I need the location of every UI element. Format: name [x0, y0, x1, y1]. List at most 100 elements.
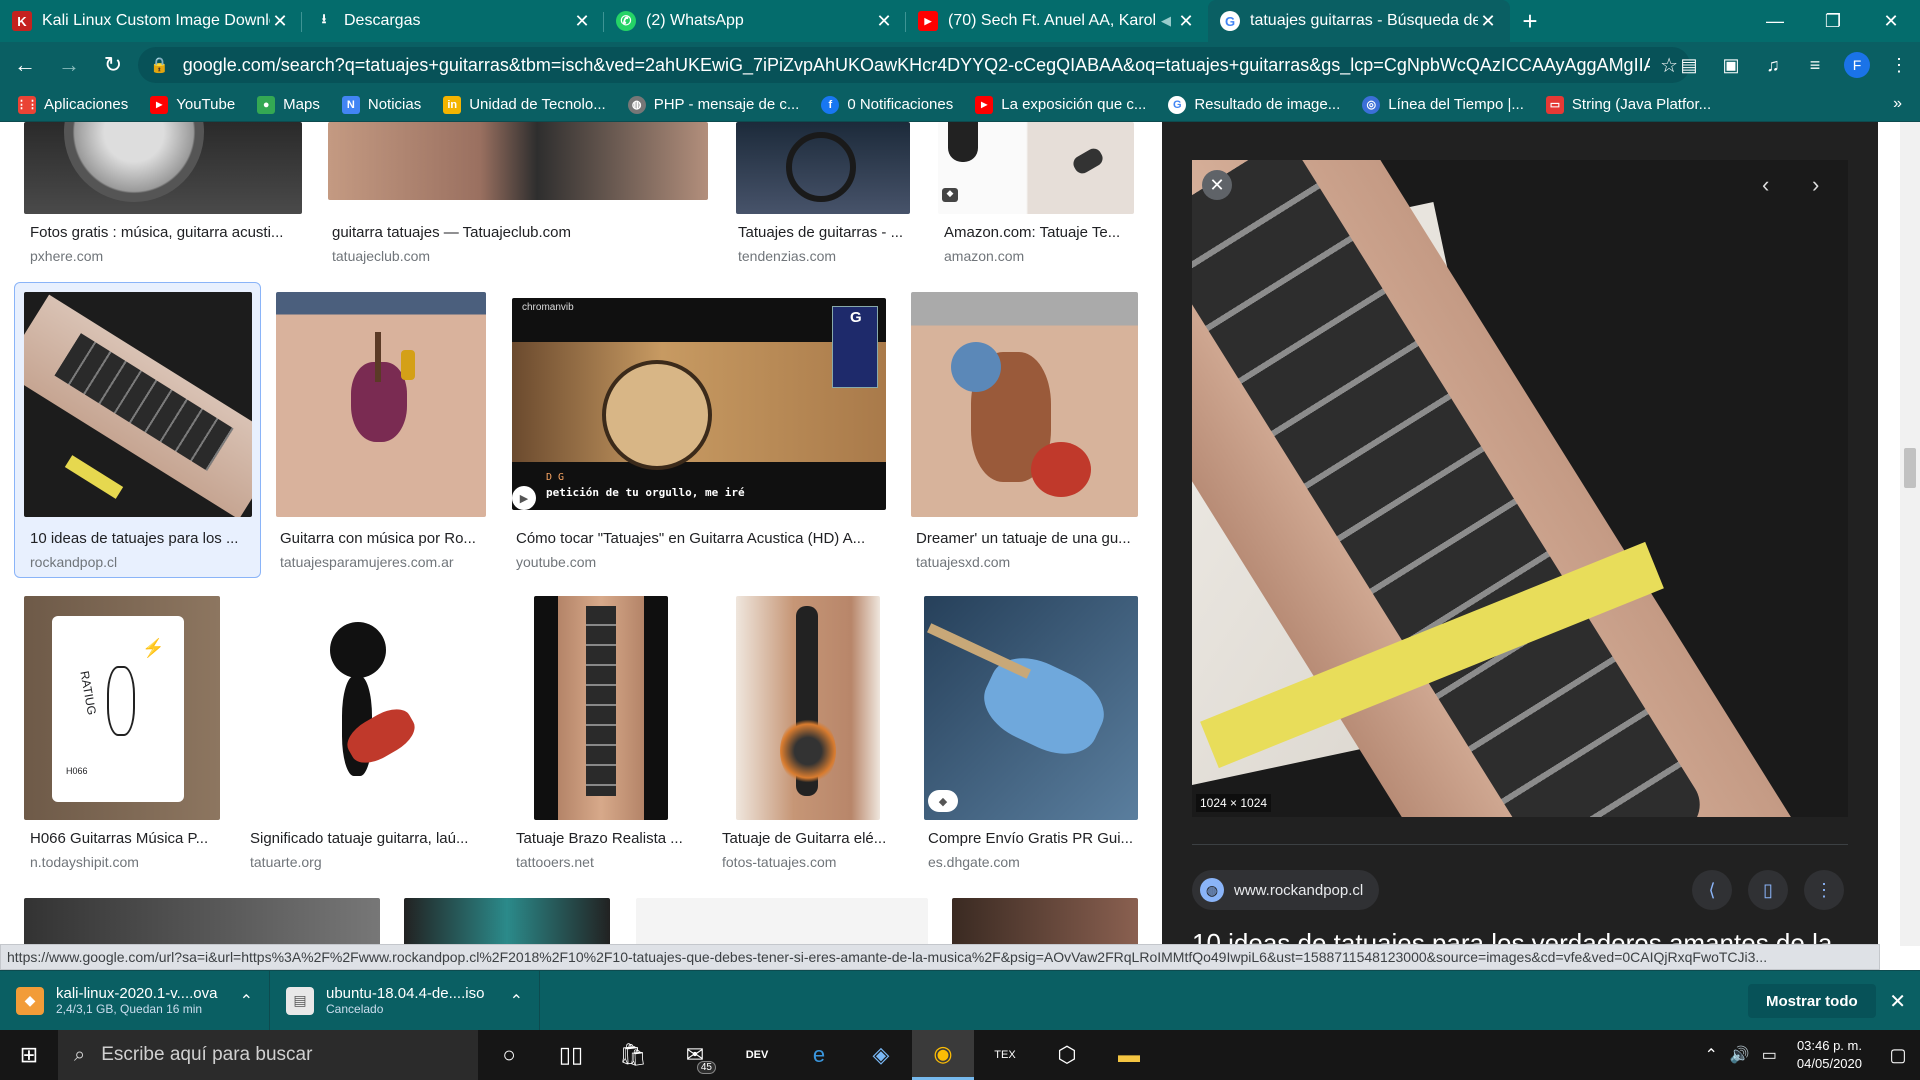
bookmark-apps[interactable]: ⋮⋮ Aplicaciones — [16, 95, 128, 114]
next-image-button[interactable]: › — [1812, 172, 1819, 198]
bookmark-string-java[interactable]: ▭ String (Java Platfor... — [1545, 95, 1711, 114]
close-downloads-bar-icon[interactable]: ✕ — [1889, 989, 1906, 1014]
result-image[interactable] — [911, 292, 1138, 517]
download-item[interactable]: ◆ kali-linux-2020.1-v....ova 2,4/3,1 GB,… — [0, 970, 270, 1031]
more-options-button[interactable]: ⋮ — [1804, 870, 1844, 910]
result-image[interactable]: RATIUG H066 ⚡ — [24, 596, 220, 820]
bookmark-php[interactable]: ◍ PHP - mensaje de c... — [627, 95, 799, 114]
more-bookmarks-icon[interactable]: » — [1893, 95, 1902, 113]
result-caption[interactable]: guitarra tatuajes — Tatuajeclub.com — [332, 224, 702, 241]
download-item[interactable]: ▤ ubuntu-18.04.4-de....iso Cancelado ⌃ — [270, 970, 540, 1031]
taskbar-search[interactable]: ⌕ Escribe aquí para buscar — [58, 1030, 478, 1080]
bookmark-noticias[interactable]: N Noticias — [341, 95, 421, 114]
tab-youtube[interactable]: ▶ (70) Sech Ft. Anuel AA, Karol ◀ ✕ — [906, 0, 1208, 42]
result-source[interactable]: tattooers.net — [516, 854, 594, 870]
result-image[interactable] — [534, 596, 668, 820]
result-caption[interactable]: Tatuajes de guitarras - ... — [738, 224, 908, 241]
result-video-thumbnail[interactable]: G chromanvib D G petición de tu orgullo,… — [512, 298, 886, 510]
store-icon[interactable]: 🛍 — [602, 1030, 664, 1080]
address-url[interactable]: google.com/search?q=tatuajes+guitarras&t… — [183, 55, 1650, 76]
reload-button[interactable]: ↻ — [94, 46, 132, 84]
result-image[interactable] — [404, 898, 610, 946]
bookmark-unidad[interactable]: in Unidad de Tecnolo... — [443, 95, 606, 114]
result-image[interactable]: ◆ — [938, 122, 1134, 214]
close-tab-icon[interactable]: ✕ — [1176, 11, 1196, 32]
windows-start-icon[interactable]: ⊞ — [0, 1030, 58, 1080]
previous-image-button[interactable]: ‹ — [1762, 172, 1769, 198]
edge-icon[interactable]: e — [788, 1030, 850, 1080]
extension-icon[interactable]: ▣ — [1714, 48, 1748, 82]
result-caption[interactable]: Tatuaje Brazo Realista ... — [516, 830, 690, 847]
chevron-up-icon[interactable]: ⌃ — [1704, 1045, 1717, 1065]
result-source[interactable]: rockandpop.cl — [30, 554, 117, 570]
result-caption[interactable]: Amazon.com: Tatuaje Te... — [944, 224, 1130, 241]
tab-kali[interactable]: K Kali Linux Custom Image Downlo ✕ — [0, 0, 302, 42]
chrome-icon[interactable]: ◉ — [912, 1030, 974, 1080]
result-caption[interactable]: Fotos gratis : música, guitarra acusti..… — [30, 224, 298, 241]
result-caption[interactable]: Dreamer' un tatuaje de una gu... — [916, 530, 1138, 547]
result-source[interactable]: youtube.com — [516, 554, 596, 570]
result-image[interactable]: ◆ — [924, 596, 1138, 820]
result-source[interactable]: tatuajeclub.com — [332, 248, 430, 264]
result-image[interactable] — [636, 898, 928, 946]
result-source[interactable]: amazon.com — [944, 248, 1024, 264]
new-tab-button[interactable]: + — [1510, 0, 1550, 42]
result-source[interactable]: n.todayshipit.com — [30, 854, 139, 870]
virtualbox-icon[interactable]: ◈ — [850, 1030, 912, 1080]
bookmark-facebook[interactable]: f 0 Notificaciones — [821, 95, 953, 114]
result-image[interactable] — [952, 898, 1138, 946]
bookmark-resultado[interactable]: G Resultado de image... — [1168, 95, 1340, 114]
file-explorer-icon[interactable]: ▬ — [1098, 1030, 1160, 1080]
visit-site-link[interactable]: ◍ www.rockandpop.cl — [1192, 870, 1380, 910]
mail-icon[interactable]: ✉ 45 — [664, 1030, 726, 1080]
bookmark-linea-tiempo[interactable]: ◎ Línea del Tiempo |... — [1362, 95, 1524, 114]
forward-button[interactable]: → — [50, 46, 88, 84]
result-image-selected[interactable] — [24, 292, 252, 517]
scrollbar[interactable] — [1900, 122, 1920, 946]
profile-avatar[interactable]: F — [1840, 48, 1874, 82]
result-image[interactable] — [24, 122, 302, 214]
result-source[interactable]: tatuajesxd.com — [916, 554, 1010, 570]
volume-icon[interactable]: 🔊 — [1730, 1045, 1750, 1065]
result-source[interactable]: tendenzias.com — [738, 248, 836, 264]
devcpp-icon[interactable]: DEV — [726, 1030, 788, 1080]
close-tab-icon[interactable]: ✕ — [1478, 11, 1498, 32]
tex-icon[interactable]: TEX — [974, 1030, 1036, 1080]
result-image[interactable] — [736, 596, 880, 820]
bookmark-exposicion[interactable]: ▶ La exposición que c... — [975, 95, 1146, 114]
menu-icon[interactable]: ⋮ — [1882, 48, 1916, 82]
result-image[interactable] — [736, 122, 910, 214]
reader-icon[interactable]: ▤ — [1672, 48, 1706, 82]
result-source[interactable]: fotos-tatuajes.com — [722, 854, 836, 870]
chevron-up-icon[interactable]: ⌃ — [510, 991, 523, 1011]
play-icon[interactable]: ▶ — [512, 486, 536, 510]
close-window-button[interactable]: ✕ — [1862, 0, 1920, 42]
task-view-icon[interactable]: ▯▯ — [540, 1030, 602, 1080]
result-caption[interactable]: Compre Envío Gratis PR Gui... — [928, 830, 1138, 847]
media-control-icon[interactable]: ♫ — [1756, 48, 1790, 82]
result-source[interactable]: es.dhgate.com — [928, 854, 1020, 870]
result-source[interactable]: pxhere.com — [30, 248, 103, 264]
result-caption[interactable]: Tatuaje de Guitarra elé... — [722, 830, 892, 847]
minimize-button[interactable]: — — [1746, 0, 1804, 42]
result-caption[interactable]: H066 Guitarras Música P... — [30, 830, 220, 847]
result-image[interactable] — [328, 122, 708, 200]
save-bookmark-button[interactable]: ▯ — [1748, 870, 1788, 910]
close-tab-icon[interactable]: ✕ — [874, 11, 894, 32]
mute-icon[interactable]: ◀ — [1156, 13, 1176, 29]
close-tab-icon[interactable]: ✕ — [572, 11, 592, 32]
result-caption[interactable]: Guitarra con música por Ro... — [280, 530, 484, 547]
address-bar[interactable]: 🔒 google.com/search?q=tatuajes+guitarras… — [138, 47, 1690, 83]
playlist-icon[interactable]: ≡ — [1798, 48, 1832, 82]
notifications-icon[interactable]: ▢ — [1876, 1030, 1920, 1080]
scrollbar-thumb[interactable] — [1904, 448, 1916, 488]
maximize-button[interactable]: ❐ — [1804, 0, 1862, 42]
bookmark-maps[interactable]: ● Maps — [257, 95, 320, 114]
close-preview-button[interactable]: ✕ — [1202, 170, 1232, 200]
close-tab-icon[interactable]: ✕ — [270, 11, 290, 32]
network-icon[interactable]: ▭ — [1762, 1045, 1777, 1065]
preview-image[interactable] — [1192, 160, 1848, 817]
cortana-icon[interactable]: ○ — [478, 1030, 540, 1080]
3d-viewer-icon[interactable]: ⬡ — [1036, 1030, 1098, 1080]
result-source[interactable]: tatuajesparamujeres.com.ar — [280, 554, 454, 570]
